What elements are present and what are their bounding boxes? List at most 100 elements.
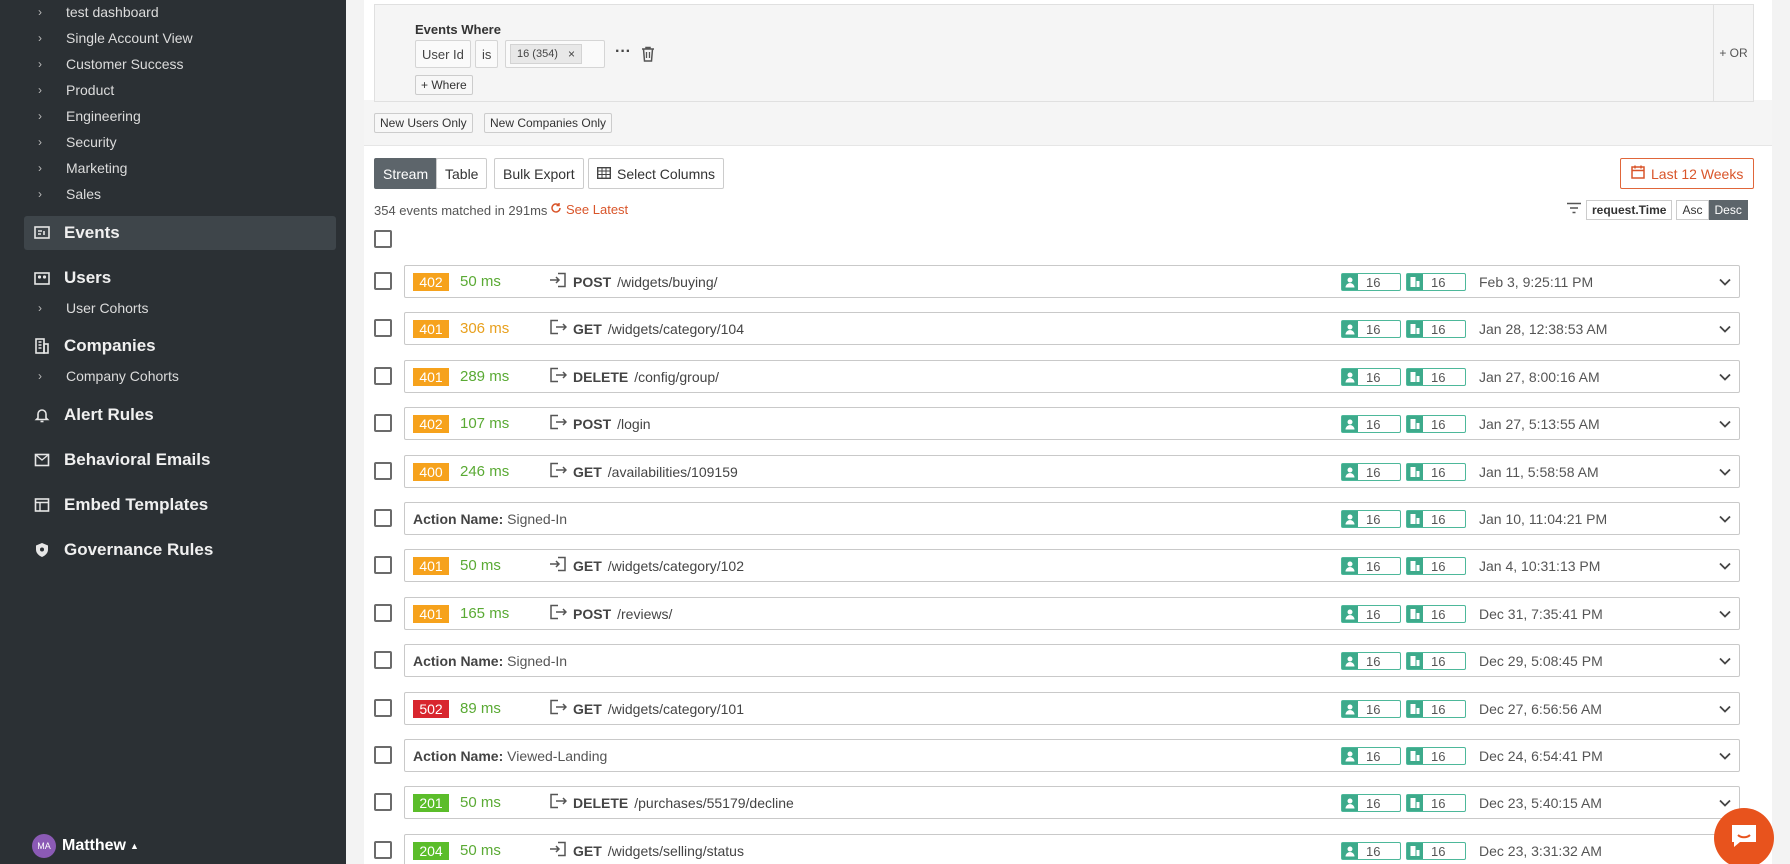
user-id-badge[interactable]: 16 xyxy=(1341,794,1401,812)
filter-operator-select[interactable]: is xyxy=(475,40,499,68)
company-id-badge[interactable]: 16 xyxy=(1406,463,1466,481)
company-id-badge[interactable]: 16 xyxy=(1406,320,1466,338)
row-checkbox[interactable] xyxy=(374,367,392,385)
company-id-badge[interactable]: 16 xyxy=(1406,415,1466,433)
tab-stream[interactable]: Stream xyxy=(374,158,438,189)
event-row[interactable]: Action Name: Signed-In 16 16 Jan 10, 11:04:… xyxy=(404,502,1740,535)
company-id-badge[interactable]: 16 xyxy=(1406,794,1466,812)
chevron-down-icon[interactable] xyxy=(1719,464,1731,479)
add-or-button[interactable]: + OR xyxy=(1713,5,1753,101)
event-row[interactable]: 204 50 ms GET/widgets/selling/status 16 16 De… xyxy=(404,834,1740,864)
user-id-badge[interactable]: 16 xyxy=(1341,510,1401,528)
chevron-down-icon[interactable] xyxy=(1719,416,1731,431)
chevron-down-icon[interactable] xyxy=(1719,748,1731,763)
sidebar-item-dashboard[interactable]: › Product xyxy=(38,80,114,100)
company-id-badge[interactable]: 16 xyxy=(1406,700,1466,718)
sidebar-item-dashboard[interactable]: › test dashboard xyxy=(38,2,159,22)
sidebar-item-users[interactable]: Users xyxy=(24,261,336,295)
event-row[interactable]: Action Name: Viewed-Landing 16 16 Dec 24, 6… xyxy=(404,739,1740,772)
row-checkbox[interactable] xyxy=(374,746,392,764)
chevron-down-icon[interactable] xyxy=(1719,795,1731,810)
chevron-down-icon[interactable] xyxy=(1719,369,1731,384)
sort-field-select[interactable]: request.Time xyxy=(1586,200,1673,220)
user-id-badge[interactable]: 16 xyxy=(1341,605,1401,623)
sidebar-item-embed-templates[interactable]: Embed Templates xyxy=(24,488,336,522)
event-row[interactable]: 401 50 ms GET/widgets/category/102 16 16 Jan … xyxy=(404,549,1740,582)
event-row[interactable]: 400 246 ms GET/availabilities/109159 16 16 Ja… xyxy=(404,455,1740,488)
chat-launcher-button[interactable] xyxy=(1714,808,1774,864)
chevron-down-icon[interactable] xyxy=(1719,701,1731,716)
row-checkbox[interactable] xyxy=(374,793,392,811)
trash-icon[interactable] xyxy=(641,46,655,67)
chevron-down-icon[interactable] xyxy=(1719,274,1731,289)
new-users-only-button[interactable]: New Users Only xyxy=(374,113,473,133)
tab-table[interactable]: Table xyxy=(436,158,488,189)
event-row[interactable]: 201 50 ms DELETE/purchases/55179/decline 16… xyxy=(404,786,1740,819)
row-checkbox[interactable] xyxy=(374,699,392,717)
company-id-badge[interactable]: 16 xyxy=(1406,510,1466,528)
sidebar-item-dashboard[interactable]: › Engineering xyxy=(38,106,141,126)
row-checkbox[interactable] xyxy=(374,462,392,480)
sidebar-item-dashboard[interactable]: › Security xyxy=(38,132,117,152)
user-id-badge[interactable]: 16 xyxy=(1341,652,1401,670)
user-id-badge[interactable]: 16 xyxy=(1341,320,1401,338)
sidebar-item-behavioral-emails[interactable]: Behavioral Emails xyxy=(24,443,336,477)
user-id-badge[interactable]: 16 xyxy=(1341,463,1401,481)
event-row[interactable]: Action Name: Signed-In 16 16 Dec 29, 5:08:4… xyxy=(404,644,1740,677)
company-id-badge[interactable]: 16 xyxy=(1406,605,1466,623)
sidebar-item-company-cohorts[interactable]: › Company Cohorts xyxy=(38,366,179,386)
filter-icon[interactable] xyxy=(1566,201,1582,219)
row-checkbox[interactable] xyxy=(374,841,392,859)
sidebar-item-governance-rules[interactable]: Governance Rules xyxy=(24,533,336,567)
sidebar-item-dashboard[interactable]: › Sales xyxy=(38,184,101,204)
filter-field-select[interactable]: User Id xyxy=(415,40,471,68)
more-options-button[interactable]: ··· xyxy=(615,43,631,61)
row-checkbox[interactable] xyxy=(374,272,392,290)
sidebar-item-dashboard[interactable]: › Marketing xyxy=(38,158,127,178)
filter-value-input[interactable]: 16 (354) × xyxy=(505,40,605,68)
chevron-down-icon[interactable] xyxy=(1719,511,1731,526)
chevron-down-icon[interactable] xyxy=(1719,653,1731,668)
bulk-export-button[interactable]: Bulk Export xyxy=(494,158,584,189)
event-row[interactable]: 401 289 ms DELETE/config/group/16 16 Jan 27,… xyxy=(404,360,1740,393)
sidebar-item-companies[interactable]: Companies xyxy=(24,329,336,363)
user-menu[interactable]: MA Matthew ▲ xyxy=(32,834,139,858)
select-columns-button[interactable]: Select Columns xyxy=(588,158,725,189)
row-checkbox[interactable] xyxy=(374,509,392,527)
company-id-badge[interactable]: 16 xyxy=(1406,273,1466,291)
user-id-badge[interactable]: 16 xyxy=(1341,368,1401,386)
remove-tag-icon[interactable]: × xyxy=(568,47,575,61)
sidebar-item-dashboard[interactable]: › Customer Success xyxy=(38,54,183,74)
row-checkbox[interactable] xyxy=(374,651,392,669)
chevron-down-icon[interactable] xyxy=(1719,558,1731,573)
sidebar-item-events[interactable]: Events xyxy=(24,216,336,250)
user-id-badge[interactable]: 16 xyxy=(1341,415,1401,433)
company-id-badge[interactable]: 16 xyxy=(1406,652,1466,670)
sidebar-item-alert-rules[interactable]: Alert Rules xyxy=(24,398,336,432)
sidebar-item-user-cohorts[interactable]: › User Cohorts xyxy=(38,298,148,318)
chevron-down-icon[interactable] xyxy=(1719,606,1731,621)
new-companies-only-button[interactable]: New Companies Only xyxy=(484,113,613,133)
select-all-checkbox[interactable] xyxy=(374,230,392,248)
event-row[interactable]: 502 89 ms GET/widgets/category/101 16 16 Dec … xyxy=(404,692,1740,725)
event-row[interactable]: 401 306 ms GET/widgets/category/104 16 16 Jan… xyxy=(404,312,1740,345)
see-latest-link[interactable]: See Latest xyxy=(550,202,628,217)
event-row[interactable]: 402 107 ms POST/login 16 16 Jan 27, 5:13:55 A… xyxy=(404,407,1740,440)
date-range-button[interactable]: Last 12 Weeks xyxy=(1620,158,1755,189)
sidebar-item-dashboard[interactable]: › Single Account View xyxy=(38,28,193,48)
company-id-badge[interactable]: 16 xyxy=(1406,842,1466,860)
sort-desc-button[interactable]: Desc xyxy=(1708,200,1748,220)
user-id-badge[interactable]: 16 xyxy=(1341,842,1401,860)
chevron-down-icon[interactable] xyxy=(1719,321,1731,336)
user-id-badge[interactable]: 16 xyxy=(1341,747,1401,765)
user-id-badge[interactable]: 16 xyxy=(1341,557,1401,575)
company-id-badge[interactable]: 16 xyxy=(1406,557,1466,575)
row-checkbox[interactable] xyxy=(374,414,392,432)
company-id-badge[interactable]: 16 xyxy=(1406,368,1466,386)
user-id-badge[interactable]: 16 xyxy=(1341,700,1401,718)
row-checkbox[interactable] xyxy=(374,556,392,574)
event-row[interactable]: 401 165 ms POST/reviews/16 16 Dec 31, 7:35:4… xyxy=(404,597,1740,630)
event-row[interactable]: 402 50 ms POST/widgets/buying/16 16 Feb 3, 9… xyxy=(404,265,1740,298)
sort-asc-button[interactable]: Asc xyxy=(1676,200,1709,220)
row-checkbox[interactable] xyxy=(374,604,392,622)
